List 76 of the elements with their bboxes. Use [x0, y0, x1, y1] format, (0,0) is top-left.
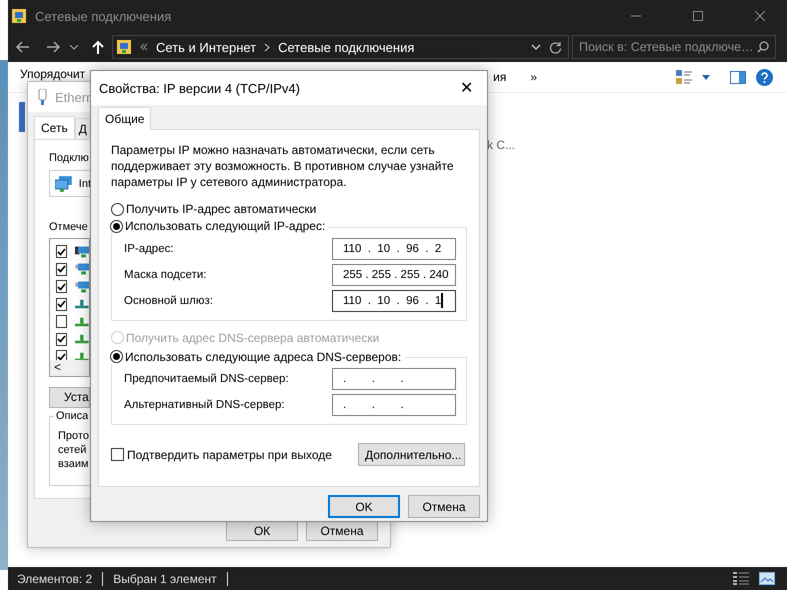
- ip-address-field[interactable]: 255 . 255 . 255 . 240: [332, 264, 456, 286]
- network-protocol-icon: [75, 299, 89, 310]
- address-bar[interactable]: Сеть и Интернет Сетевые подключения: [112, 35, 569, 59]
- dialog-button[interactable]: ОК: [226, 521, 298, 541]
- network-adapter-icon: [55, 176, 73, 192]
- dropdown-caret-icon[interactable]: [702, 74, 710, 80]
- breadcrumb-item[interactable]: Сеть и Интернет: [156, 40, 256, 54]
- window-title: Сетевые подключения: [35, 8, 172, 24]
- network-protocol-icon: [75, 316, 89, 327]
- ip-address-field[interactable]: 110 . 10 . 96 . 1: [332, 290, 456, 312]
- field-label: Маска подсети:: [124, 268, 208, 280]
- intro-text: Параметры IP можно назначать автоматически, если сеть поддерживает эту возможность. В противном случае узнайте параметры IP у сетевого администратора.: [111, 142, 455, 190]
- dialog-button[interactable]: Отмена: [306, 521, 378, 541]
- large-icons-view-icon[interactable]: [759, 572, 775, 585]
- back-arrow-icon[interactable]: [16, 41, 30, 53]
- ip-address-field[interactable]: . . .: [332, 394, 456, 416]
- field-label: Альтернативный DNS-сервер:: [124, 399, 286, 411]
- components-list[interactable]: <: [49, 238, 90, 377]
- checkbox[interactable]: [56, 332, 68, 346]
- dialog-title: Свойства: IP версии 4 (TCP/IPv4): [99, 80, 300, 96]
- radio-option[interactable]: Использовать следующие адреса DNS-серверов:: [110, 350, 406, 364]
- network-protocol-icon: [75, 334, 89, 344]
- connection-name[interactable]: k C...: [487, 138, 516, 152]
- field-label: IP-адрес:: [124, 242, 175, 254]
- connect-label: Подклю: [49, 152, 89, 164]
- scroll-left-button[interactable]: <: [54, 360, 62, 374]
- dialog-button[interactable]: OK: [328, 495, 400, 518]
- checkbox[interactable]: [56, 280, 67, 294]
- install-button[interactable]: Уста: [49, 386, 90, 408]
- toolbar-command[interactable]: ия: [493, 70, 506, 84]
- advanced-button[interactable]: Дополнительно...: [358, 443, 465, 466]
- preview-pane-icon[interactable]: [730, 70, 746, 84]
- more-commands[interactable]: »: [530, 70, 538, 84]
- dialog-button[interactable]: Отмена: [408, 495, 480, 518]
- ip-address-field[interactable]: 110 . 10 . 96 . 2: [332, 238, 456, 260]
- description-text: сетей: [58, 442, 86, 457]
- monitor-gear-icon: [75, 262, 89, 276]
- close-button[interactable]: ✕: [454, 78, 479, 98]
- refresh-icon[interactable]: [549, 40, 562, 54]
- organize-menu[interactable]: Упорядочит: [20, 67, 86, 81]
- double-chevron-icon: [140, 43, 148, 51]
- tab[interactable]: Общие: [98, 107, 152, 130]
- maximize-icon[interactable]: [693, 11, 703, 21]
- search-field[interactable]: Поиск в: Сетевые подключе…: [572, 35, 776, 59]
- chevron-down-icon[interactable]: [531, 44, 541, 50]
- description-text: Прото: [58, 428, 89, 443]
- chevron-right-icon: [264, 42, 270, 52]
- field-label: Основной шлюз:: [124, 294, 214, 306]
- description-text: взаим: [58, 456, 89, 471]
- breadcrumb-item[interactable]: Сетевые подключения: [278, 40, 414, 54]
- details-view-icon[interactable]: [733, 572, 749, 585]
- checkbox[interactable]: [56, 315, 68, 328]
- checkbox[interactable]: [56, 298, 68, 311]
- checkbox-option[interactable]: Подтвердить параметры при выходе: [111, 448, 332, 462]
- status-text: Выбран 1 элемент: [113, 572, 217, 586]
- view-options-icon[interactable]: [676, 70, 692, 84]
- status-text: Элементов: 2: [17, 572, 92, 586]
- help-icon[interactable]: [756, 68, 773, 86]
- network-folder-icon: [116, 39, 132, 55]
- close-icon[interactable]: [755, 11, 765, 21]
- network-folder-icon: [11, 8, 27, 24]
- chevron-down-icon[interactable]: [70, 44, 78, 50]
- monitor-gear-icon: [75, 280, 89, 294]
- checkbox[interactable]: [56, 262, 67, 276]
- adapter-name: Int: [78, 178, 91, 190]
- components-label: Отмече: [49, 221, 88, 234]
- search-icon: [757, 41, 769, 53]
- tab[interactable]: Сеть: [34, 116, 75, 139]
- radio-option[interactable]: Использовать следующий IP-адрес:: [110, 219, 330, 233]
- field-label: Предпочитаемый DNS-сервер:: [124, 373, 290, 385]
- ip-address-field[interactable]: . . .: [332, 368, 456, 390]
- ethernet-adapter-icon: [38, 89, 47, 105]
- forward-arrow-icon[interactable]: [46, 41, 60, 53]
- up-arrow-icon[interactable]: [92, 40, 104, 54]
- monitor-icon: [75, 244, 89, 259]
- checkbox[interactable]: [56, 245, 67, 258]
